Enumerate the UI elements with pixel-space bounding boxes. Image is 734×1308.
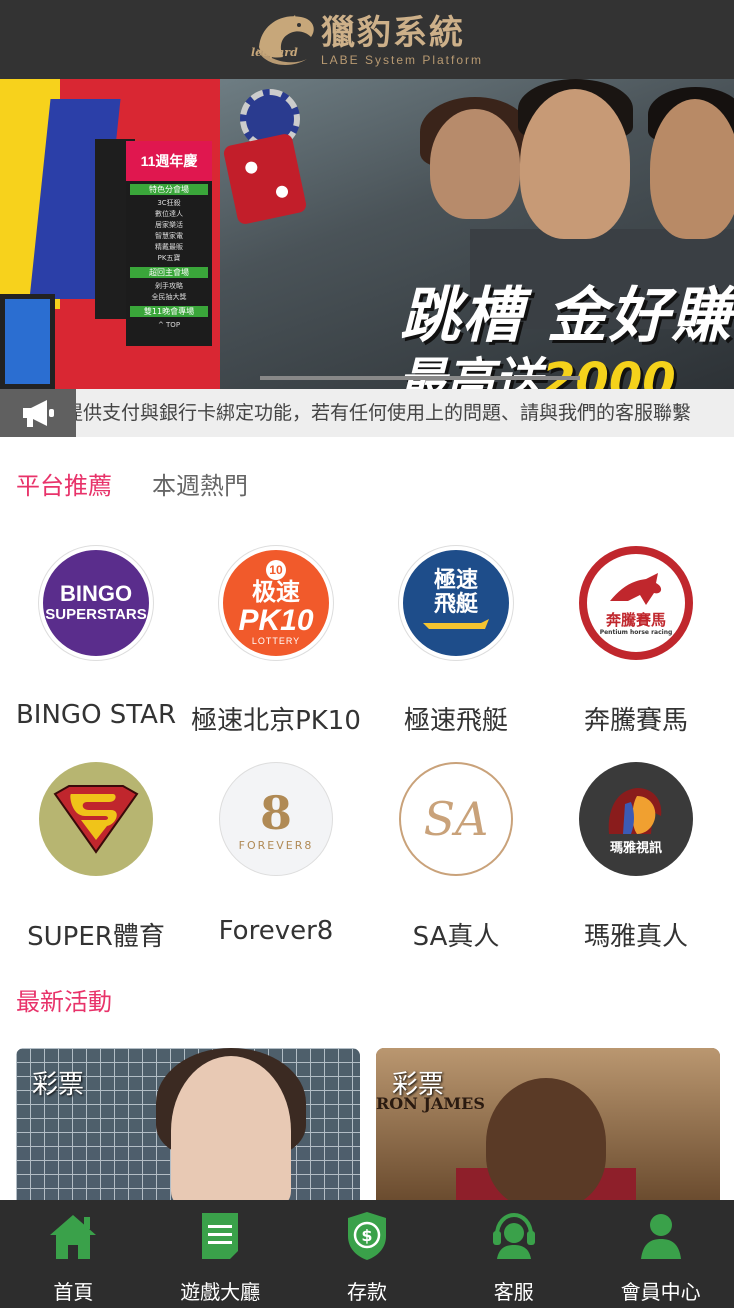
game-forever8[interactable]: 8 FOREVER8 Forever8 <box>186 762 366 946</box>
game-label: 瑪雅真人 <box>583 922 688 952</box>
game-label: BINGO STAR <box>15 700 177 730</box>
banner-subline: 最高送2000 <box>398 353 676 389</box>
promo-model-image <box>171 1056 291 1200</box>
promo-tag: 超回主會場 <box>130 267 208 278</box>
promo-line: 3C狂殺 <box>157 199 181 207</box>
megaphone-icon <box>0 389 76 437</box>
dollar-shield-icon: $ <box>341 1210 393 1262</box>
promo-head: 11週年慶 <box>126 141 212 181</box>
promo-line: 智慧家電 <box>155 232 183 240</box>
activity-card[interactable]: RON JAMES 彩票 <box>376 1048 720 1200</box>
promo-line: 全民抽大獎 <box>151 293 187 301</box>
promo-card: 11週年慶 特色分會場 3C狂殺 數位達人 居家樂活 智慧家電 精戴最販 PK五… <box>126 141 212 346</box>
promo-top-link: ^ TOP <box>157 321 181 329</box>
game-super-sports[interactable]: SUPER體育 <box>6 762 186 953</box>
nav-label: 遊戲大廳 <box>180 1280 261 1304</box>
user-icon <box>635 1210 687 1262</box>
promo-line: 數位達人 <box>155 210 183 218</box>
promo-tag: 特色分會場 <box>130 184 208 195</box>
nav-label: 客服 <box>493 1280 534 1304</box>
nav-label: 存款 <box>346 1280 387 1304</box>
svg-text:$: $ <box>361 1226 372 1245</box>
app-header: leopard 獵豹系統 LABE System Platform <box>0 0 734 79</box>
game-label: SUPER體育 <box>27 922 165 952</box>
activity-card[interactable]: 彩票 <box>16 1048 360 1200</box>
nav-customer-service[interactable]: 客服 <box>440 1200 587 1308</box>
game-speedboat[interactable]: 極速 飛艇 極速飛艇 <box>366 546 546 737</box>
game-label: Forever8 <box>218 916 334 946</box>
app-subtitle: LABE System Platform <box>320 52 484 67</box>
game-label: 極速飛艇 <box>403 706 508 736</box>
game-label: 奔騰賽馬 <box>583 706 688 736</box>
banner-slide-previous: 11週年慶 特色分會場 3C狂殺 數位達人 居家樂活 智慧家電 精戴最販 PK五… <box>0 79 220 389</box>
maya-icon: 瑪雅視訊 <box>579 762 693 876</box>
app-title: 獵豹系統 <box>320 12 465 53</box>
superman-shield-icon <box>39 762 153 876</box>
activity-label: 彩票 <box>32 1070 85 1100</box>
promo-banner[interactable]: 11週年慶 特色分會場 3C狂殺 數位達人 居家樂活 智慧家電 精戴最販 PK五… <box>0 79 734 389</box>
promo-line: 剁手攻略 <box>155 282 183 290</box>
horse-racing-icon: 奔騰賽馬 Pentium horse racing <box>579 546 693 660</box>
game-label: 極速北京PK10 <box>191 706 361 736</box>
announcement-marquee[interactable]: 提供支付與銀行卡綁定功能，若有任何使用上的問題、請與我們的客服聯繫 <box>0 389 734 437</box>
bingo-superstars-icon: BINGO SUPERSTARS <box>39 546 153 660</box>
person-image <box>430 109 520 219</box>
nav-game-lobby[interactable]: 遊戲大廳 <box>147 1200 294 1308</box>
banner-progress-bar <box>260 376 580 380</box>
promo-line: PK五寶 <box>157 254 181 262</box>
bottom-navigation: 首頁 遊戲大廳 $ 存款 客服 會員中心 <box>0 1200 734 1308</box>
logo[interactable]: leopard 獵豹系統 LABE System Platform <box>251 7 483 73</box>
tab-platform-recommend[interactable]: 平台推薦 <box>16 466 112 506</box>
document-icon <box>194 1210 246 1262</box>
person-image <box>650 99 734 239</box>
announcement-text: 提供支付與銀行卡綁定功能，若有任何使用上的問題、請與我們的客服聯繫 <box>64 402 692 424</box>
pk10-icon: 10 极速 PK10 LOTTERY <box>219 546 333 660</box>
athlete-image <box>486 1078 606 1200</box>
nav-label: 首頁 <box>53 1280 94 1304</box>
person-image <box>520 89 630 239</box>
sa-gaming-icon: SA <box>399 762 513 876</box>
game-horse-racing[interactable]: 奔騰賽馬 Pentium horse racing 奔騰賽馬 <box>546 546 726 737</box>
leopard-logo-icon: leopard <box>251 7 319 73</box>
home-icon <box>47 1210 99 1262</box>
game-label: SA真人 <box>412 922 500 952</box>
promo-line: 精戴最販 <box>155 243 183 251</box>
latest-activities-title: 最新活動 <box>16 988 112 1016</box>
game-maya-live[interactable]: 瑪雅視訊 瑪雅真人 <box>546 762 726 953</box>
nav-deposit[interactable]: $ 存款 <box>294 1200 441 1308</box>
tab-weekly-hot[interactable]: 本週熱門 <box>152 466 248 506</box>
promo-line: 居家樂活 <box>155 221 183 229</box>
game-sa-live[interactable]: SA SA真人 <box>366 762 546 953</box>
promo-tag: 雙11晚會專場 <box>130 306 208 317</box>
headset-icon <box>488 1210 540 1262</box>
forever8-icon: 8 FOREVER8 <box>219 762 333 876</box>
banner-slide-current: 跳槽 金好賺 最高送2000 <box>220 79 734 389</box>
game-pk10[interactable]: 10 极速 PK10 LOTTERY 極速北京PK10 <box>186 546 366 737</box>
dice-image <box>222 132 308 226</box>
nav-member-center[interactable]: 會員中心 <box>587 1200 734 1308</box>
activity-label: 彩票 <box>392 1070 445 1100</box>
logo-wordmark: leopard <box>250 45 298 59</box>
nav-label: 會員中心 <box>620 1280 701 1304</box>
nav-home[interactable]: 首頁 <box>0 1200 147 1308</box>
speedboat-icon: 極速 飛艇 <box>399 546 513 660</box>
game-category-tabs: 平台推薦 本週熱門 <box>16 466 288 506</box>
game-bingo-star[interactable]: BINGO SUPERSTARS BINGO STAR <box>6 546 186 730</box>
